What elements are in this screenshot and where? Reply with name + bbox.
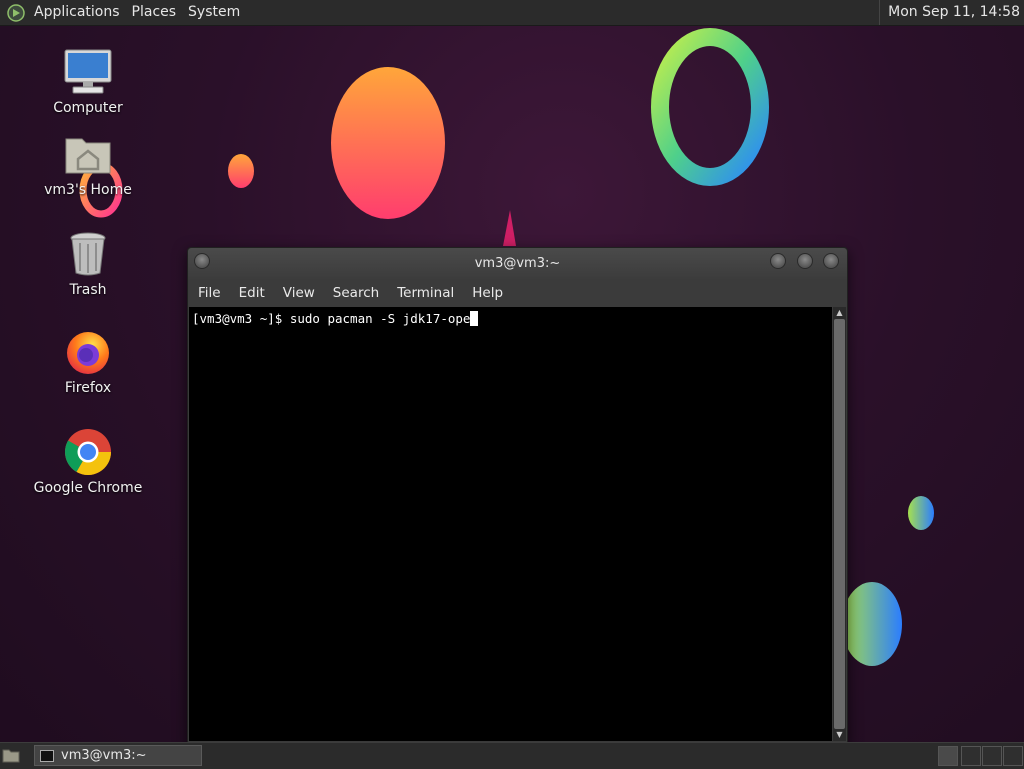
workspace-4[interactable] — [1003, 746, 1023, 766]
desktop-icon-label: Google Chrome — [33, 480, 143, 496]
desktop-icon-label: Trash — [69, 282, 107, 298]
scrollbar-thumb[interactable] — [834, 319, 845, 729]
window-titlebar[interactable]: vm3@vm3:~ — [188, 248, 847, 279]
taskbar-item-terminal[interactable]: vm3@vm3:~ — [34, 745, 202, 766]
desktop-icon-label: vm3's Home — [44, 182, 132, 198]
maximize-button[interactable] — [797, 253, 813, 269]
menu-help[interactable]: Help — [462, 279, 511, 307]
menu-file[interactable]: File — [188, 279, 229, 307]
text-cursor — [470, 311, 479, 326]
scroll-down-arrow-icon[interactable]: ▼ — [833, 729, 846, 741]
terminal-line: [vm3@vm3 ~]$ sudo pacman -S jdk17-ope — [192, 311, 471, 326]
desktop-icon-label: Firefox — [64, 380, 112, 396]
desktop-icon-firefox[interactable]: Firefox — [33, 326, 143, 396]
show-desktop-icon[interactable] — [2, 747, 20, 763]
scroll-up-arrow-icon[interactable]: ▲ — [833, 307, 846, 319]
terminal-output[interactable]: [vm3@vm3 ~]$ sudo pacman -S jdk17-ope — [189, 307, 832, 741]
firefox-icon — [62, 326, 114, 378]
terminal-menubar: File Edit View Search Terminal Help — [188, 279, 847, 307]
terminal-icon — [40, 749, 54, 762]
trash-icon — [62, 228, 114, 280]
window-title: vm3@vm3:~ — [474, 256, 561, 271]
workspace-1[interactable] — [938, 746, 958, 766]
bottom-panel: vm3@vm3:~ — [0, 742, 1024, 769]
desktop-icon-home[interactable]: vm3's Home — [33, 128, 143, 198]
menu-edit[interactable]: Edit — [229, 279, 273, 307]
computer-icon — [62, 46, 114, 98]
taskbar-item-label: vm3@vm3:~ — [61, 748, 147, 763]
home-folder-icon — [62, 128, 114, 180]
chrome-icon — [62, 426, 114, 478]
close-button[interactable] — [823, 253, 839, 269]
workspace-3[interactable] — [982, 746, 1002, 766]
desktop-icon-computer[interactable]: Computer — [33, 46, 143, 116]
menu-view[interactable]: View — [273, 279, 323, 307]
menu-search[interactable]: Search — [323, 279, 387, 307]
workspace-2[interactable] — [961, 746, 981, 766]
terminal-window[interactable]: vm3@vm3:~ File Edit View Search Terminal… — [187, 247, 848, 746]
desktop-icon-chrome[interactable]: Google Chrome — [33, 426, 143, 496]
menu-terminal[interactable]: Terminal — [387, 279, 462, 307]
terminal-scrollbar[interactable]: ▲ ▼ — [833, 307, 846, 741]
desktop-icon-label: Computer — [53, 100, 123, 116]
desktop-icon-trash[interactable]: Trash — [33, 228, 143, 298]
minimize-button[interactable] — [770, 253, 786, 269]
